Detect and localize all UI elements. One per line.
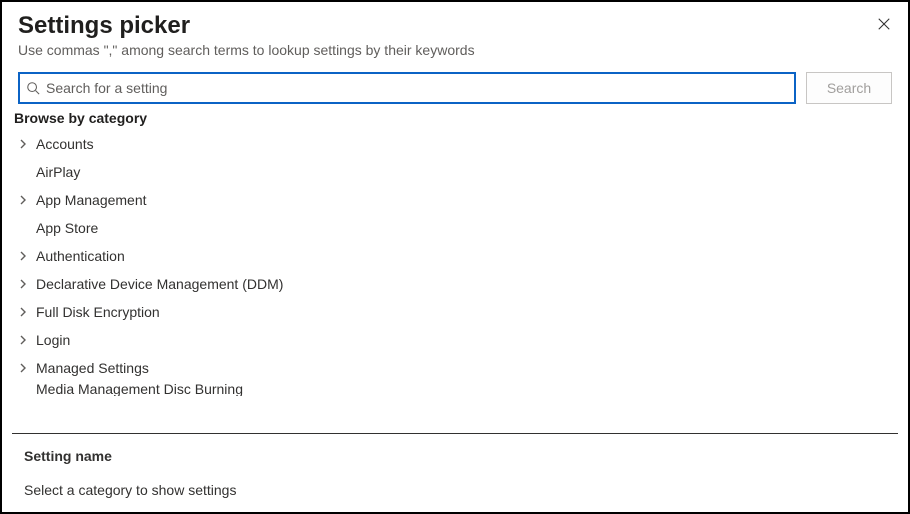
search-icon bbox=[26, 81, 40, 95]
category-list: Accounts AirPlay App Management App Store Au… bbox=[2, 130, 908, 421]
chevron-right-icon bbox=[18, 335, 36, 345]
close-icon bbox=[877, 17, 891, 31]
chevron-right-icon bbox=[18, 251, 36, 261]
category-label: App Management bbox=[36, 192, 147, 208]
category-item[interactable]: Media Management Disc Burning bbox=[18, 382, 892, 396]
category-item[interactable]: AirPlay bbox=[18, 158, 892, 186]
page-title: Settings picker bbox=[18, 12, 892, 40]
category-label: Declarative Device Management (DDM) bbox=[36, 276, 283, 292]
category-label: Managed Settings bbox=[36, 360, 149, 376]
category-label: Login bbox=[36, 332, 70, 348]
category-item[interactable]: App Management bbox=[18, 186, 892, 214]
chevron-right-icon bbox=[18, 363, 36, 373]
close-button[interactable] bbox=[874, 14, 894, 34]
empty-state-message: Select a category to show settings bbox=[24, 482, 886, 498]
category-item[interactable]: Login bbox=[18, 326, 892, 354]
search-box[interactable] bbox=[18, 72, 796, 104]
browse-heading: Browse by category bbox=[2, 110, 908, 130]
category-label: Media Management Disc Burning bbox=[36, 383, 243, 395]
category-item[interactable]: Declarative Device Management (DDM) bbox=[18, 270, 892, 298]
category-label: AirPlay bbox=[36, 164, 80, 180]
category-label: Authentication bbox=[36, 248, 125, 264]
category-item[interactable]: Full Disk Encryption bbox=[18, 298, 892, 326]
chevron-right-icon bbox=[18, 139, 36, 149]
category-item[interactable]: App Store bbox=[18, 214, 892, 242]
category-label: Full Disk Encryption bbox=[36, 304, 160, 320]
category-label: App Store bbox=[36, 220, 98, 236]
chevron-right-icon bbox=[18, 279, 36, 289]
category-item[interactable]: Managed Settings bbox=[18, 354, 892, 382]
category-label: Accounts bbox=[36, 136, 94, 152]
chevron-right-icon bbox=[18, 195, 36, 205]
category-item[interactable]: Accounts bbox=[18, 130, 892, 158]
page-subtitle: Use commas "," among search terms to loo… bbox=[18, 42, 892, 58]
search-input[interactable] bbox=[46, 80, 788, 96]
search-button[interactable]: Search bbox=[806, 72, 892, 104]
category-item[interactable]: Authentication bbox=[18, 242, 892, 270]
chevron-right-icon bbox=[18, 307, 36, 317]
setting-name-heading: Setting name bbox=[24, 448, 886, 464]
